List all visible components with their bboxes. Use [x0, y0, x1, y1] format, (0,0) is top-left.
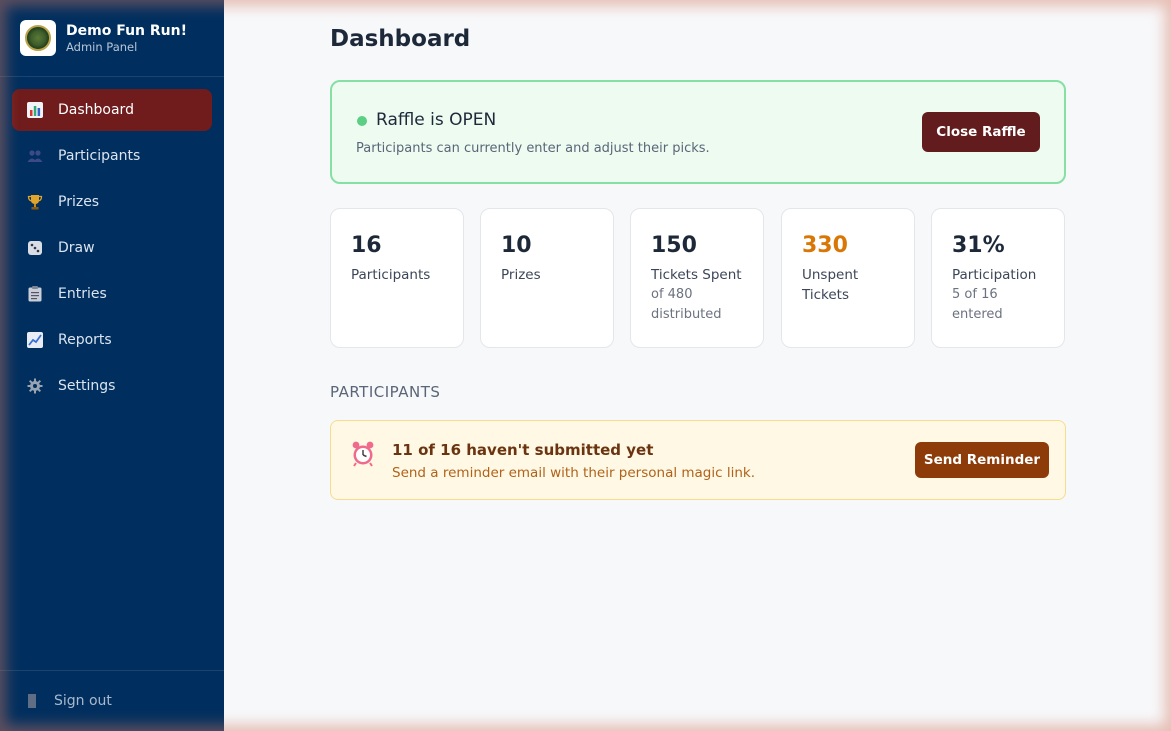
stat-label: Participation	[952, 267, 1037, 283]
section-title-participants: PARTICIPANTS	[330, 383, 441, 401]
alarm-clock-icon	[351, 441, 375, 467]
sidebar-footer: Sign out	[0, 670, 224, 731]
stat-value: 150	[651, 233, 697, 258]
stat-label: Prizes	[501, 267, 541, 283]
line-chart-icon	[26, 331, 44, 349]
page-title: Dashboard	[330, 26, 471, 52]
app-logo	[20, 20, 56, 56]
reminder-title: 11 of 16 haven't submitted yet	[392, 441, 654, 459]
stat-card-participants: 16 Participants	[330, 208, 464, 348]
stat-sublabel: of 480 distributed	[651, 287, 722, 322]
gear-icon	[26, 377, 44, 395]
raffle-status-title: Raffle is OPEN	[376, 110, 497, 130]
stat-value: 10	[501, 233, 532, 258]
sidebar-item-label: Entries	[58, 286, 107, 302]
trophy-icon	[26, 193, 44, 211]
raffle-status-description: Participants can currently enter and adj…	[356, 141, 710, 156]
send-reminder-button[interactable]: Send Reminder	[915, 442, 1049, 478]
sidebar-item-label: Settings	[58, 378, 116, 394]
sidebar-item-entries[interactable]: Entries	[12, 273, 212, 315]
stat-label: Unspent Tickets	[802, 267, 859, 303]
sidebar-item-label: Reports	[58, 332, 112, 348]
stat-card-unspent-tickets: 330 Unspent Tickets	[781, 208, 915, 348]
app-subtitle: Admin Panel	[66, 39, 138, 54]
sidebar-item-participants[interactable]: Participants	[12, 135, 212, 177]
bar-chart-icon	[26, 101, 44, 119]
sidebar-item-dashboard[interactable]: Dashboard	[12, 89, 212, 131]
dice-icon	[26, 239, 44, 257]
door-icon	[28, 694, 36, 708]
close-raffle-button[interactable]: Close Raffle	[922, 112, 1040, 152]
sidebar-item-label: Dashboard	[58, 102, 134, 118]
stat-value: 16	[351, 233, 382, 258]
stat-card-tickets-spent: 150 Tickets Spent of 480 distributed	[630, 208, 764, 348]
status-dot-icon	[357, 116, 367, 126]
signout-button[interactable]: Sign out	[28, 693, 112, 709]
sidebar-item-label: Participants	[58, 148, 141, 164]
stat-value: 330	[802, 233, 848, 258]
sidebar-nav: Dashboard Participants Prizes Draw Entri…	[0, 77, 224, 423]
sidebar-item-reports[interactable]: Reports	[12, 319, 212, 361]
brand-header: Demo Fun Run! Admin Panel	[0, 0, 224, 77]
stats-row: 16 Participants 10 Prizes 150 Tickets Sp…	[330, 208, 1066, 348]
sidebar-item-prizes[interactable]: Prizes	[12, 181, 212, 223]
clipboard-icon	[26, 285, 44, 303]
sidebar-item-settings[interactable]: Settings	[12, 365, 212, 407]
stat-label: Participants	[351, 267, 431, 283]
raffle-status-card: Raffle is OPEN Participants can currentl…	[330, 80, 1066, 184]
sidebar-item-draw[interactable]: Draw	[12, 227, 212, 269]
stat-value: 31%	[952, 233, 1005, 258]
stat-sublabel: 5 of 16 entered	[952, 287, 1003, 322]
stat-card-participation: 31% Participation 5 of 16 entered	[931, 208, 1065, 348]
signout-label: Sign out	[54, 693, 112, 709]
reminder-description: Send a reminder email with their persona…	[392, 465, 756, 481]
stat-card-prizes: 10 Prizes	[480, 208, 614, 348]
stat-label: Tickets Spent	[651, 267, 742, 283]
sidebar-item-label: Draw	[58, 240, 95, 256]
people-icon	[26, 147, 44, 165]
sidebar-item-label: Prizes	[58, 194, 100, 210]
sidebar: Demo Fun Run! Admin Panel Dashboard Part…	[0, 0, 224, 731]
reminder-banner: 11 of 16 haven't submitted yet Send a re…	[330, 420, 1066, 500]
app-name: Demo Fun Run!	[66, 22, 187, 39]
